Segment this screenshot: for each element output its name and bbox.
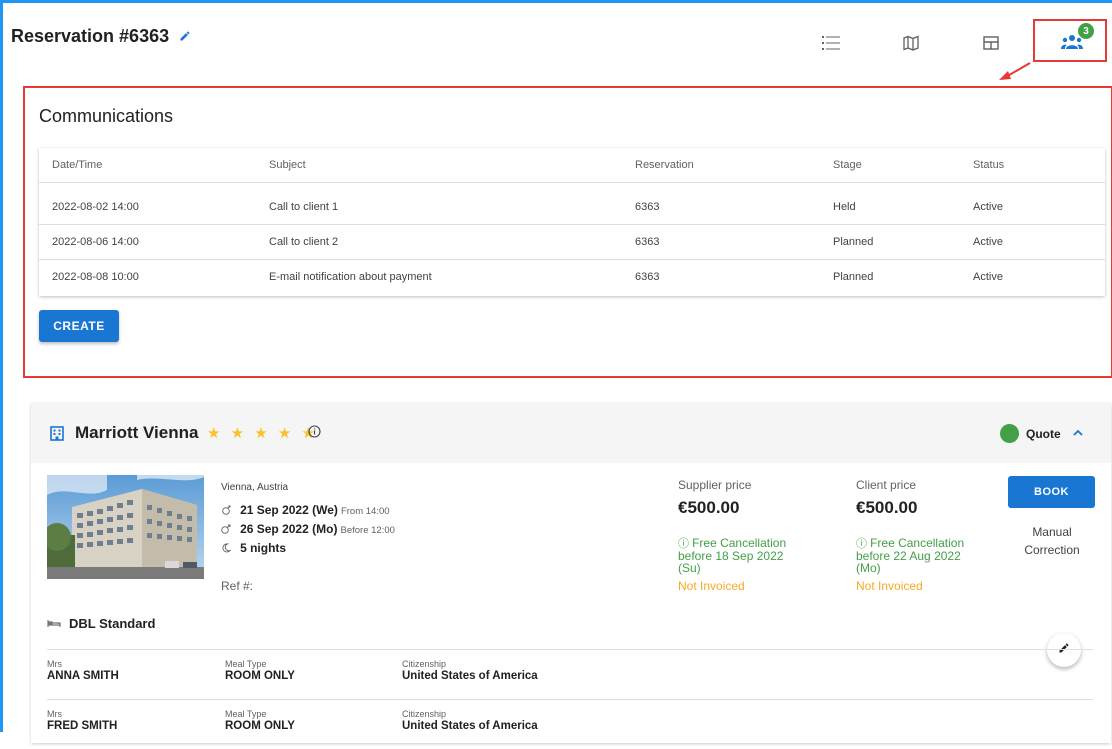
- guest-citizenship-cell: Citizenship United States of America: [402, 659, 538, 682]
- citizenship-label: Citizenship: [402, 659, 447, 669]
- cell-reservation: 6363: [635, 236, 660, 248]
- client-cancellation: ⓘ Free Cancellation before 22 Aug 2022 (…: [856, 537, 986, 574]
- cell-reservation: 6363: [635, 271, 660, 283]
- cell-status: Active: [973, 236, 1003, 248]
- guest-title: Mrs: [47, 659, 62, 669]
- cell-stage: Planned: [833, 271, 874, 283]
- info-icon[interactable]: [308, 425, 321, 443]
- table-header-row: Date/Time Subject Reservation Stage Stat…: [39, 148, 1105, 183]
- room-type-row: DBL Standard: [47, 616, 155, 631]
- meal-type-label: Meal Type: [225, 709, 267, 719]
- checkout-note: Before 12:00: [340, 525, 395, 536]
- communications-title: Communications: [39, 106, 174, 126]
- reservation-header: Reservation #6363: [11, 21, 191, 51]
- room-type: DBL Standard: [69, 616, 156, 631]
- status-dot: [1000, 424, 1019, 443]
- moon-icon: [221, 543, 237, 556]
- cell-status: Active: [973, 271, 1003, 283]
- guest-name: ANNA SMITH: [47, 670, 119, 682]
- citizenship: United States of America: [402, 670, 538, 682]
- meal-type: ROOM ONLY: [225, 670, 295, 682]
- ref-number: Ref #:: [221, 579, 254, 593]
- cell-stage: Held: [833, 201, 856, 213]
- guest-row: Mrs ANNA SMITH Meal Type ROOM ONLY Citiz…: [47, 649, 1093, 699]
- supplier-invoice-status: Not Invoiced: [678, 579, 745, 593]
- hotel-photo[interactable]: [47, 475, 204, 579]
- citizenship-label: Citizenship: [402, 709, 447, 719]
- guest-name-cell: Mrs FRED SMITH: [47, 709, 117, 732]
- citizenship: United States of America: [402, 720, 538, 732]
- checkin-icon: [221, 505, 237, 518]
- cell-datetime: 2022-08-02 14:00: [52, 201, 139, 213]
- supplier-cancellation: ⓘ Free Cancellation before 18 Sep 2022 (…: [678, 537, 808, 574]
- cell-datetime: 2022-08-06 14:00: [52, 236, 139, 248]
- checkout-row: 26 Sep 2022 (Mo) Before 12:00: [221, 522, 395, 537]
- client-invoice-status: Not Invoiced: [856, 579, 923, 593]
- guest-meal-cell: Meal Type ROOM ONLY: [225, 659, 295, 682]
- cell-subject: Call to client 1: [269, 201, 339, 213]
- column-header[interactable]: Reservation: [635, 159, 694, 171]
- annotation-arrow-icon: [999, 62, 1031, 80]
- book-button[interactable]: BOOK: [1008, 476, 1095, 508]
- manual-label-1: Manual: [1032, 525, 1072, 539]
- column-header[interactable]: Status: [973, 159, 1004, 171]
- guest-citizenship-cell: Citizenship United States of America: [402, 709, 538, 732]
- table-row[interactable]: 2022-08-06 14:00 Call to client 2 6363 P…: [39, 225, 1105, 260]
- communications-count-badge: 3: [1078, 23, 1094, 39]
- list-view-icon[interactable]: [821, 33, 841, 53]
- hotel-card: Marriott Vienna ★ ★ ★ ★ ★ Quote Vienna, …: [31, 403, 1111, 743]
- cell-stage: Planned: [833, 236, 874, 248]
- hotel-name: Marriott Vienna: [75, 423, 199, 442]
- supplier-price-label: Supplier price: [678, 478, 752, 492]
- manual-label-2: Correction: [1024, 543, 1080, 557]
- guest-name-cell: Mrs ANNA SMITH: [47, 659, 119, 682]
- column-header[interactable]: Date/Time: [52, 159, 102, 171]
- table-row[interactable]: 2022-08-08 10:00 E-mail notification abo…: [39, 260, 1105, 295]
- supplier-price: €500.00: [678, 498, 740, 517]
- edit-title-icon[interactable]: [179, 30, 191, 42]
- cell-reservation: 6363: [635, 201, 660, 213]
- page-title: Reservation #6363: [11, 25, 170, 46]
- hotel-card-header[interactable]: Marriott Vienna ★ ★ ★ ★ ★ Quote: [31, 403, 1111, 463]
- hotel-building-icon: [50, 426, 64, 446]
- guest-meal-cell: Meal Type ROOM ONLY: [225, 709, 295, 732]
- cell-datetime: 2022-08-08 10:00: [52, 271, 139, 283]
- checkin-date: 21 Sep 2022 (We): [240, 503, 338, 517]
- communications-panel: Communications Date/Time Subject Reserva…: [23, 86, 1112, 378]
- client-price: €500.00: [856, 498, 918, 517]
- nights-count: 5 nights: [240, 541, 287, 555]
- chevron-up-icon[interactable]: [1071, 426, 1085, 445]
- client-price-label: Client price: [856, 478, 917, 492]
- bed-icon: [47, 616, 69, 631]
- app-frame: Reservation #6363 3 Communications Date/…: [0, 0, 1112, 743]
- guest-name: FRED SMITH: [47, 720, 118, 732]
- create-button[interactable]: CREATE: [39, 310, 119, 342]
- client-cancel-1: Free Cancellation: [870, 536, 965, 550]
- table-view-icon[interactable]: [981, 33, 1001, 53]
- meal-type-label: Meal Type: [225, 659, 267, 669]
- table-row[interactable]: 2022-08-02 14:00 Call to client 1 6363 H…: [39, 190, 1105, 225]
- guest-title: Mrs: [47, 709, 62, 719]
- guest-row: Mrs FRED SMITH Meal Type ROOM ONLY Citiz…: [47, 699, 1093, 749]
- hotel-location: Vienna, Austria: [221, 482, 289, 493]
- hotel-rating-stars: ★ ★ ★ ★ ★: [207, 425, 318, 442]
- cell-subject: E-mail notification about payment: [269, 271, 432, 283]
- supplier-cancel-1: Free Cancellation: [692, 536, 787, 550]
- checkin-row: 21 Sep 2022 (We) From 14:00: [221, 503, 390, 518]
- supplier-cancel-3: (Su): [678, 561, 701, 575]
- cell-subject: Call to client 2: [269, 236, 339, 248]
- column-header[interactable]: Stage: [833, 159, 862, 171]
- meal-type: ROOM ONLY: [225, 720, 295, 732]
- cell-status: Active: [973, 201, 1003, 213]
- column-header[interactable]: Subject: [269, 159, 306, 171]
- client-cancel-3: (Mo): [856, 561, 881, 575]
- nights-row: 5 nights: [221, 541, 286, 556]
- checkin-note: From 14:00: [340, 506, 390, 517]
- status-label: Quote: [1026, 427, 1061, 441]
- manual-correction-link[interactable]: Manual Correction: [1016, 523, 1088, 559]
- checkout-date: 26 Sep 2022 (Mo): [240, 522, 338, 536]
- checkout-icon: [221, 524, 237, 537]
- map-icon[interactable]: [901, 33, 921, 53]
- communications-table: Date/Time Subject Reservation Stage Stat…: [39, 148, 1105, 296]
